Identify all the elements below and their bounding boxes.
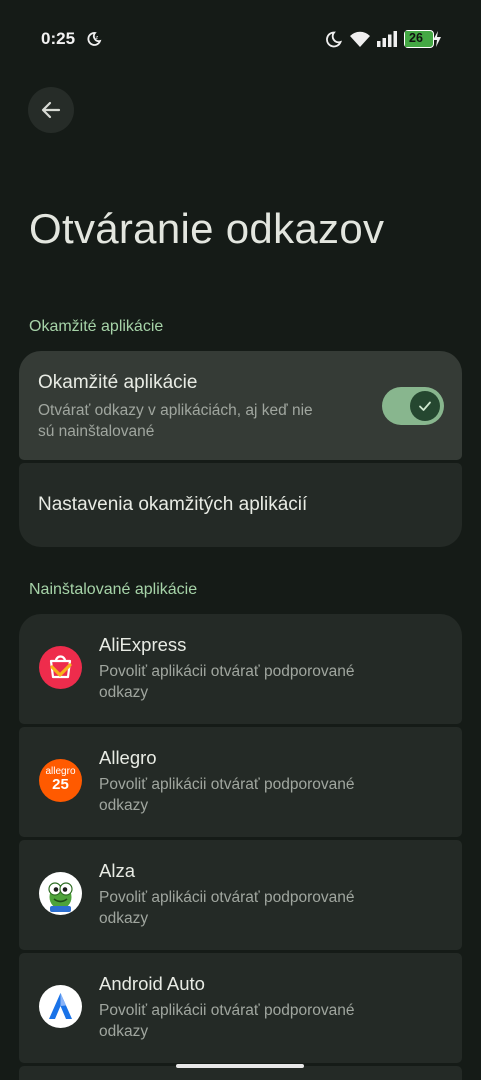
bedtime-icon: z	[87, 32, 102, 46]
instant-apps-settings-label: Nastavenia okamžitých aplikácií	[38, 494, 308, 515]
instant-apps-toggle-row[interactable]: Okamžité aplikácie Otvárať odkazy v apli…	[19, 351, 462, 460]
subtitle-line-1: Povoliť aplikácii otvárať podporované	[99, 776, 355, 793]
charging-bolt-icon	[433, 31, 441, 47]
battery-icon: 26	[404, 30, 434, 48]
app-row-next[interactable]	[19, 1066, 462, 1080]
allegro-icon: allegro 25	[39, 759, 82, 802]
subtitle-line-1: Povoliť aplikácii otvárať podporované	[99, 663, 355, 680]
app-name: AliExpress	[99, 634, 187, 655]
app-name: Allegro	[99, 747, 157, 768]
app-name: Alza	[99, 860, 135, 881]
app-subtitle: Povoliť aplikácii otvárať podporované od…	[99, 887, 399, 929]
status-time: 0:25	[41, 29, 76, 48]
subtitle-line-2: odkazy	[99, 1023, 149, 1040]
battery-level: 26	[409, 31, 423, 45]
android-auto-icon	[39, 985, 82, 1028]
app-subtitle: Povoliť aplikácii otvárať podporované od…	[99, 1000, 399, 1042]
instant-apps-toggle-title: Okamžité aplikácie	[38, 372, 198, 393]
subtitle-line-2: odkazy	[99, 684, 149, 701]
subtitle-line-1: Povoliť aplikácii otvárať podporované	[99, 889, 355, 906]
signal-icon	[377, 31, 397, 47]
app-subtitle: Povoliť aplikácii otvárať podporované od…	[99, 774, 399, 816]
subtitle-line-2: odkazy	[99, 797, 149, 814]
app-row-allegro[interactable]: allegro 25 Allegro Povoliť aplikácii otv…	[19, 727, 462, 837]
app-row-android-auto[interactable]: Android Auto Povoliť aplikácii otvárať p…	[19, 953, 462, 1063]
back-button[interactable]	[28, 87, 74, 133]
aliexpress-icon	[39, 646, 82, 689]
subtitle-line-1: Povoliť aplikácii otvárať podporované	[99, 1002, 355, 1019]
subtitle-line-2: odkazy	[99, 910, 149, 927]
app-row-aliexpress[interactable]: AliExpress Povoliť aplikácii otvárať pod…	[19, 614, 462, 724]
app-row-alza[interactable]: Alza Povoliť aplikácii otvárať podporova…	[19, 840, 462, 950]
app-name: Android Auto	[99, 973, 205, 994]
status-bar: 0:25 z 26	[0, 0, 481, 80]
check-icon	[419, 401, 431, 411]
svg-text:z: z	[96, 35, 99, 41]
section-label-instant-apps: Okamžité aplikácie	[29, 318, 164, 335]
allegro-icon-number: 25	[52, 776, 69, 793]
arrow-back-icon	[41, 101, 61, 119]
instant-apps-toggle-subtitle: Otvárať odkazy v aplikáciách, aj keď nie…	[38, 400, 313, 442]
home-indicator[interactable]	[176, 1064, 304, 1068]
instant-apps-switch[interactable]	[382, 387, 444, 425]
subtitle-line-2: sú nainštalované	[38, 423, 155, 440]
alza-icon	[39, 872, 82, 915]
instant-apps-settings-row[interactable]: Nastavenia okamžitých aplikácií	[19, 463, 462, 547]
wifi-icon	[350, 31, 370, 47]
subtitle-line-1: Otvárať odkazy v aplikáciách, aj keď nie	[38, 402, 313, 419]
page-title: Otváranie odkazov	[29, 205, 385, 252]
section-label-installed-apps: Nainštalované aplikácie	[29, 581, 198, 598]
switch-knob	[410, 391, 440, 421]
do-not-disturb-moon-icon	[326, 31, 342, 48]
app-subtitle: Povoliť aplikácii otvárať podporované od…	[99, 661, 399, 703]
